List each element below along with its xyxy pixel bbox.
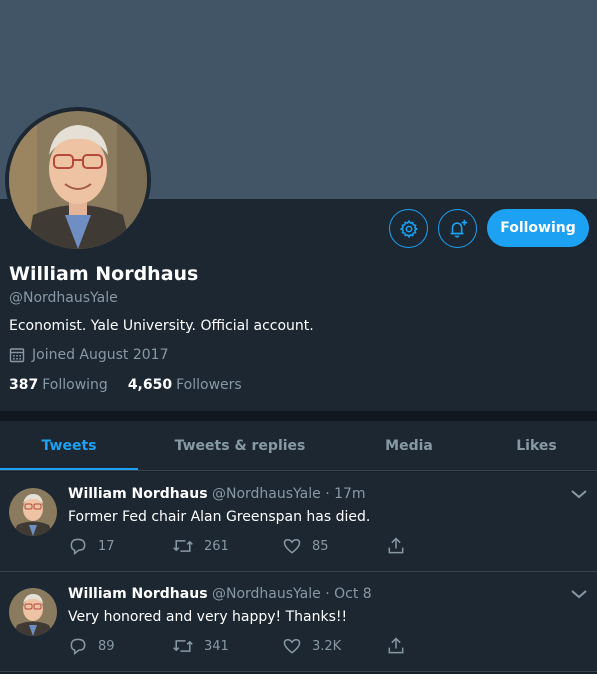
chevron-down-icon[interactable] — [570, 588, 588, 600]
reply-count: 17 — [98, 538, 115, 554]
tweet-text: Very honored and very happy! Thanks!! — [68, 609, 348, 625]
tweet-avatar[interactable] — [9, 488, 57, 536]
following-stat[interactable]: 387 Following — [9, 377, 108, 393]
profile-bio: Economist. Yale University. Official acc… — [9, 318, 314, 334]
tweet-header: William Nordhaus @NordhausYale · 17m — [68, 486, 366, 502]
retweet-button[interactable]: 261 — [172, 536, 229, 556]
tab-tweets[interactable]: Tweets — [0, 421, 138, 471]
reply-icon — [70, 638, 86, 656]
reply-count: 89 — [98, 638, 115, 654]
share-icon — [388, 537, 404, 554]
profile-stats: 387 Following 4,650 Followers — [9, 377, 242, 393]
notifications-button[interactable] — [438, 209, 477, 248]
tweet-time[interactable]: · Oct 8 — [325, 586, 371, 602]
share-button[interactable] — [386, 636, 406, 656]
like-button[interactable]: 85 — [282, 536, 329, 556]
tweet[interactable]: William Nordhaus @NordhausYale · Oct 8 V… — [0, 572, 597, 672]
tweet-time[interactable]: · 17m — [325, 486, 365, 502]
retweet-button[interactable]: 341 — [172, 636, 229, 656]
following-button[interactable]: Following — [487, 209, 589, 247]
tweet-handle[interactable]: @NordhausYale — [212, 486, 321, 502]
retweet-count: 341 — [204, 638, 229, 654]
tweet-text: Former Fed chair Alan Greenspan has died… — [68, 509, 371, 525]
tweet-actions: 17 261 85 — [68, 536, 428, 560]
tweet-handle[interactable]: @NordhausYale — [212, 586, 321, 602]
tweet-header: William Nordhaus @NordhausYale · Oct 8 — [68, 586, 372, 602]
bell-plus-icon — [450, 219, 467, 238]
profile-name: William Nordhaus — [9, 263, 199, 285]
settings-button[interactable] — [389, 209, 428, 248]
tab-tweets-replies[interactable]: Tweets & replies — [138, 421, 342, 471]
tab-media[interactable]: Media — [342, 421, 476, 471]
followers-stat[interactable]: 4,650 Followers — [128, 377, 242, 393]
reply-button[interactable]: 89 — [68, 636, 115, 656]
tweet-author[interactable]: William Nordhaus — [68, 586, 208, 602]
joined-date: Joined August 2017 — [9, 347, 168, 363]
profile-handle: @NordhausYale — [9, 290, 118, 306]
like-count: 3.2K — [312, 638, 342, 654]
section-divider — [0, 411, 597, 421]
retweet-icon — [173, 640, 193, 652]
tweet[interactable]: William Nordhaus @NordhausYale · 17m For… — [0, 472, 597, 572]
profile-avatar[interactable] — [5, 107, 151, 253]
reply-icon — [70, 538, 86, 556]
retweet-icon — [173, 540, 193, 552]
reply-button[interactable]: 17 — [68, 536, 115, 556]
retweet-count: 261 — [204, 538, 229, 554]
heart-icon — [283, 638, 301, 654]
gear-icon — [399, 219, 418, 238]
tweet-actions: 89 341 3.2K — [68, 636, 428, 660]
like-button[interactable]: 3.2K — [282, 636, 341, 656]
tweet-author[interactable]: William Nordhaus — [68, 486, 208, 502]
chevron-down-icon[interactable] — [570, 488, 588, 500]
tab-likes[interactable]: Likes — [476, 421, 597, 471]
calendar-icon — [9, 348, 25, 363]
heart-icon — [283, 538, 301, 554]
tweet-avatar[interactable] — [9, 588, 57, 636]
share-icon — [388, 637, 404, 654]
active-tab-indicator — [0, 468, 138, 470]
profile-tabs: Tweets Tweets & replies Media Likes — [0, 421, 597, 471]
joined-label: Joined August 2017 — [32, 347, 169, 363]
like-count: 85 — [312, 538, 329, 554]
share-button[interactable] — [386, 536, 406, 556]
